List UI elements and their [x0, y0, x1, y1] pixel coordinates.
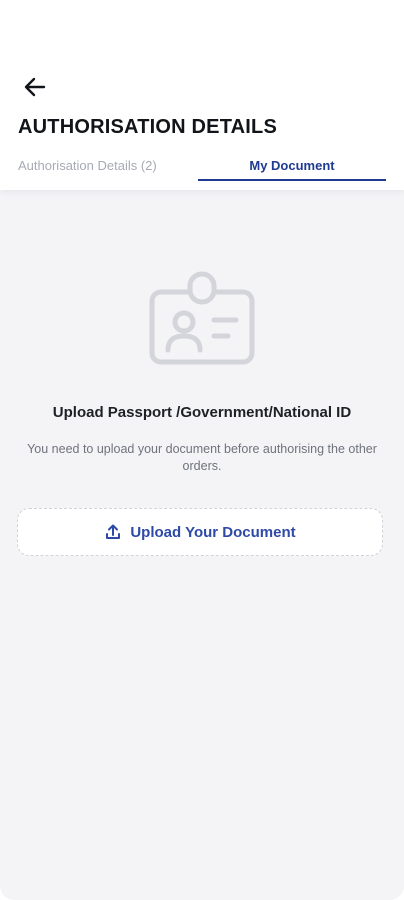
upload-button-label: Upload Your Document — [130, 523, 296, 541]
tab-bar: Authorisation Details (2) My Document — [0, 152, 404, 184]
active-tab-indicator — [198, 179, 386, 181]
tab-authorisation-details[interactable]: Authorisation Details (2) — [18, 152, 178, 182]
upload-description: You need to upload your document before … — [27, 442, 377, 473]
page-title: AUTHORISATION DETAILS — [18, 116, 278, 138]
screen: AUTHORISATION DETAILS Authorisation Deta… — [0, 0, 404, 900]
upload-icon — [104, 523, 122, 541]
header: AUTHORISATION DETAILS Authorisation Deta… — [0, 0, 404, 190]
arrow-left-icon — [24, 77, 46, 97]
back-button[interactable] — [18, 70, 52, 104]
upload-title: Upload Passport /Government/National ID — [52, 404, 352, 421]
id-card-icon — [149, 271, 255, 365]
upload-document-button[interactable]: Upload Your Document — [17, 508, 383, 556]
tab-my-document[interactable]: My Document — [198, 152, 386, 182]
